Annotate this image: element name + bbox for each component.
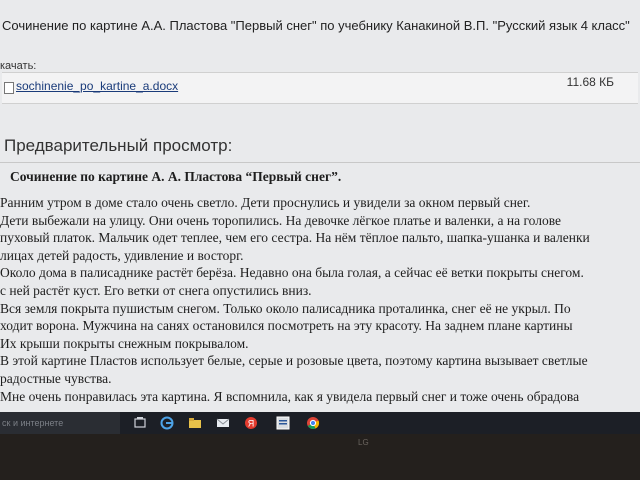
essay-line: с ней растёт куст. Его ветки от снега оп…	[0, 282, 312, 298]
task-view-icon[interactable]	[133, 416, 147, 430]
essay-title: Сочинение по картине А. А. Пластова “Пер…	[10, 169, 342, 184]
preview-heading: Предварительный просмотр:	[4, 136, 233, 155]
essay-body: Ранним утром в доме стало очень светло. …	[0, 194, 640, 405]
document-preview: Сочинение по картине А. А. Пластова “Пер…	[0, 163, 640, 412]
attachment-link[interactable]: sochinenie_po_kartine_a.docx	[16, 79, 178, 93]
download-label: качать:	[0, 60, 37, 72]
mail-icon[interactable]	[216, 416, 230, 430]
essay-line: ходит ворона. Мужчина на санях остановил…	[0, 318, 573, 334]
monitor-bezel: LG	[0, 434, 640, 480]
essay-line: пуховый платок. Мальчик одет теплее, чем…	[0, 230, 590, 246]
svg-text:Я: Я	[248, 419, 255, 429]
chrome-icon[interactable]	[306, 416, 320, 430]
taskbar-search[interactable]: ск и интернете	[0, 412, 120, 434]
essay-line: радостные чувства.	[0, 370, 112, 386]
essay-line: Мне очень понравилась эта картина. Я всп…	[0, 388, 580, 404]
essay-line: Ранним утром в доме стало очень светло. …	[0, 195, 531, 210]
taskbar: ск и интернете Я	[0, 412, 640, 434]
essay-line: Около дома в палисаднике растёт берёза. …	[0, 265, 584, 281]
yandex-icon[interactable]: Я	[244, 416, 258, 430]
edge-icon[interactable]	[160, 416, 174, 430]
essay-line: В этой картине Пластов использует белые,…	[0, 353, 588, 369]
document-icon	[4, 82, 14, 94]
word-icon[interactable]	[276, 416, 290, 430]
page-title: Сочинение по картине А.А. Пластова "Перв…	[2, 18, 630, 33]
essay-line: Дети выбежали на улицу. Они очень торопи…	[0, 212, 562, 228]
file-explorer-icon[interactable]	[188, 416, 202, 430]
essay-line: Вся земля покрыта пушистым снегом. Тольк…	[0, 300, 571, 316]
essay-line: лицах детей радость, удивление и восторг…	[0, 247, 244, 263]
attachment-box: sochinenie_po_kartine_a.docx 11.68 КБ	[2, 72, 638, 104]
browser-window: Сочинение по картине А.А. Пластова "Перв…	[0, 0, 640, 412]
essay-line: Их крыши покрыты снежным покрывалом.	[0, 335, 249, 351]
brand-logo: LG	[358, 438, 369, 447]
file-size: 11.68 КБ	[566, 75, 614, 89]
